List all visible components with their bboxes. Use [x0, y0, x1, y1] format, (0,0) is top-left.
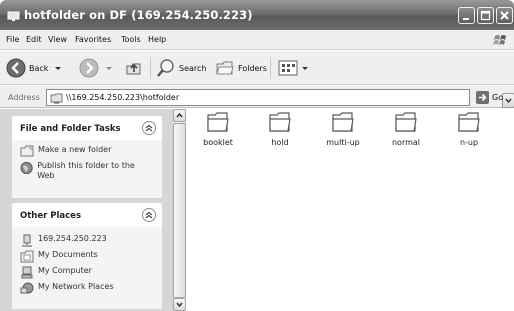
close-button[interactable]: [496, 7, 513, 24]
place-label: My Network Places: [38, 282, 114, 291]
other-places-panel: Other Places 169.254.250.223 My Document…: [12, 203, 162, 309]
collapse-button[interactable]: [142, 121, 156, 135]
address-field[interactable]: \\169.254.250.223\hotfolder: [46, 89, 514, 108]
scroll-down-button[interactable]: [173, 298, 186, 311]
panel-header[interactable]: Other Places: [12, 203, 162, 227]
folder-label: hold: [271, 138, 289, 147]
menu-edit[interactable]: Edit: [26, 35, 42, 44]
toolbar: Back Search Folders: [0, 51, 514, 85]
chevron-down-icon: [505, 98, 512, 104]
task-pane: File and Folder Tasks Make a new folder …: [0, 109, 172, 311]
menu-tools[interactable]: Tools: [121, 35, 141, 44]
new-folder-icon: [20, 145, 34, 157]
place-label: My Documents: [38, 250, 98, 259]
up-folder-icon: [126, 63, 141, 75]
task-publish-folder[interactable]: Publish this folder to the Web: [20, 161, 148, 181]
folder-icon: [207, 112, 229, 132]
folder-label: normal: [391, 138, 421, 147]
chevron-down-icon: [176, 302, 183, 308]
folder-network-icon: [7, 9, 20, 22]
folder-label: multi-up: [326, 138, 360, 147]
window-title: hotfolder on DF (169.254.250.223): [24, 8, 253, 22]
menu-help[interactable]: Help: [148, 35, 166, 44]
folder-icon: [395, 112, 417, 132]
computer-icon: [21, 266, 33, 279]
panel-title: File and Folder Tasks: [20, 124, 121, 134]
search-icon: [157, 59, 174, 77]
back-arrow-icon: [6, 58, 26, 78]
panel-title: Other Places: [20, 211, 81, 221]
network-folder-icon: [50, 92, 63, 104]
forward-arrow-icon: [79, 58, 99, 78]
title-bar[interactable]: hotfolder on DF (169.254.250.223): [0, 0, 514, 30]
chevron-down-icon: [106, 67, 112, 70]
search-label: Search: [179, 63, 207, 73]
network-places-icon: [20, 282, 34, 294]
folder-icon: [332, 112, 354, 132]
folder-icon: [269, 112, 291, 132]
task-label: Make a new folder: [38, 145, 112, 154]
task-make-new-folder[interactable]: Make a new folder: [20, 145, 111, 157]
documents-folder-icon: [20, 250, 34, 263]
menu-bar: File Edit View Favorites Tools Help: [0, 30, 514, 50]
views-button[interactable]: [278, 59, 310, 77]
chevron-down-icon: [55, 67, 62, 70]
chevron-up-icon: [176, 112, 183, 118]
folders-icon: [216, 61, 234, 75]
task-label: Publish this folder to the Web: [37, 161, 135, 180]
address-bar: Address \\169.254.250.223\hotfolder Go: [0, 86, 514, 108]
address-value: \\169.254.250.223\hotfolder: [66, 93, 180, 102]
folder-label: booklet: [203, 138, 233, 147]
back-button[interactable]: Back: [6, 58, 63, 78]
back-label: Back: [29, 63, 49, 73]
place-network-computer[interactable]: 169.254.250.223: [20, 234, 107, 247]
go-arrow-icon: [476, 91, 489, 104]
file-folder-tasks-panel: File and Folder Tasks Make a new folder …: [12, 116, 162, 198]
place-my-computer[interactable]: My Computer: [20, 266, 92, 279]
chevron-down-icon: [302, 67, 308, 70]
folder-hold[interactable]: hold: [250, 109, 310, 147]
folder-multi-up[interactable]: multi-up: [313, 109, 373, 147]
network-computer-icon: [22, 234, 32, 247]
folders-label: Folders: [238, 63, 267, 73]
file-view: booklet hold multi-up normal n-up: [187, 109, 514, 311]
collapse-button[interactable]: [142, 208, 156, 222]
vertical-scrollbar[interactable]: [172, 109, 186, 311]
minimize-button[interactable]: [458, 7, 475, 24]
address-label: Address: [8, 93, 40, 102]
scroll-up-button[interactable]: [173, 109, 186, 122]
place-my-documents[interactable]: My Documents: [20, 250, 98, 263]
address-dropdown-button[interactable]: [502, 93, 514, 108]
folders-button[interactable]: Folders: [215, 58, 267, 78]
up-folder-button[interactable]: [125, 59, 143, 77]
menu-favorites[interactable]: Favorites: [75, 35, 111, 44]
folder-label: n-up: [459, 138, 479, 147]
maximize-button[interactable]: [477, 7, 494, 24]
place-my-network-places[interactable]: My Network Places: [20, 282, 114, 295]
go-button[interactable]: Go: [476, 91, 503, 104]
windows-logo-icon: [492, 32, 508, 48]
go-label: Go: [492, 93, 504, 102]
scroll-thumb[interactable]: [173, 123, 186, 298]
panel-header[interactable]: File and Folder Tasks: [12, 116, 162, 140]
folder-icon: [458, 112, 480, 132]
chevron-up-icon: [145, 211, 153, 219]
search-button[interactable]: Search: [156, 58, 206, 78]
menu-view[interactable]: View: [48, 35, 67, 44]
folder-booklet[interactable]: booklet: [188, 109, 248, 147]
views-icon: [278, 60, 298, 76]
forward-button[interactable]: [79, 58, 114, 78]
place-label: 169.254.250.223: [38, 234, 107, 243]
folder-n-up[interactable]: n-up: [439, 109, 499, 147]
menu-file[interactable]: File: [6, 35, 19, 44]
chevron-up-icon: [145, 124, 153, 132]
place-label: My Computer: [38, 266, 92, 275]
globe-icon: [20, 161, 33, 175]
folder-normal[interactable]: normal: [376, 109, 436, 147]
